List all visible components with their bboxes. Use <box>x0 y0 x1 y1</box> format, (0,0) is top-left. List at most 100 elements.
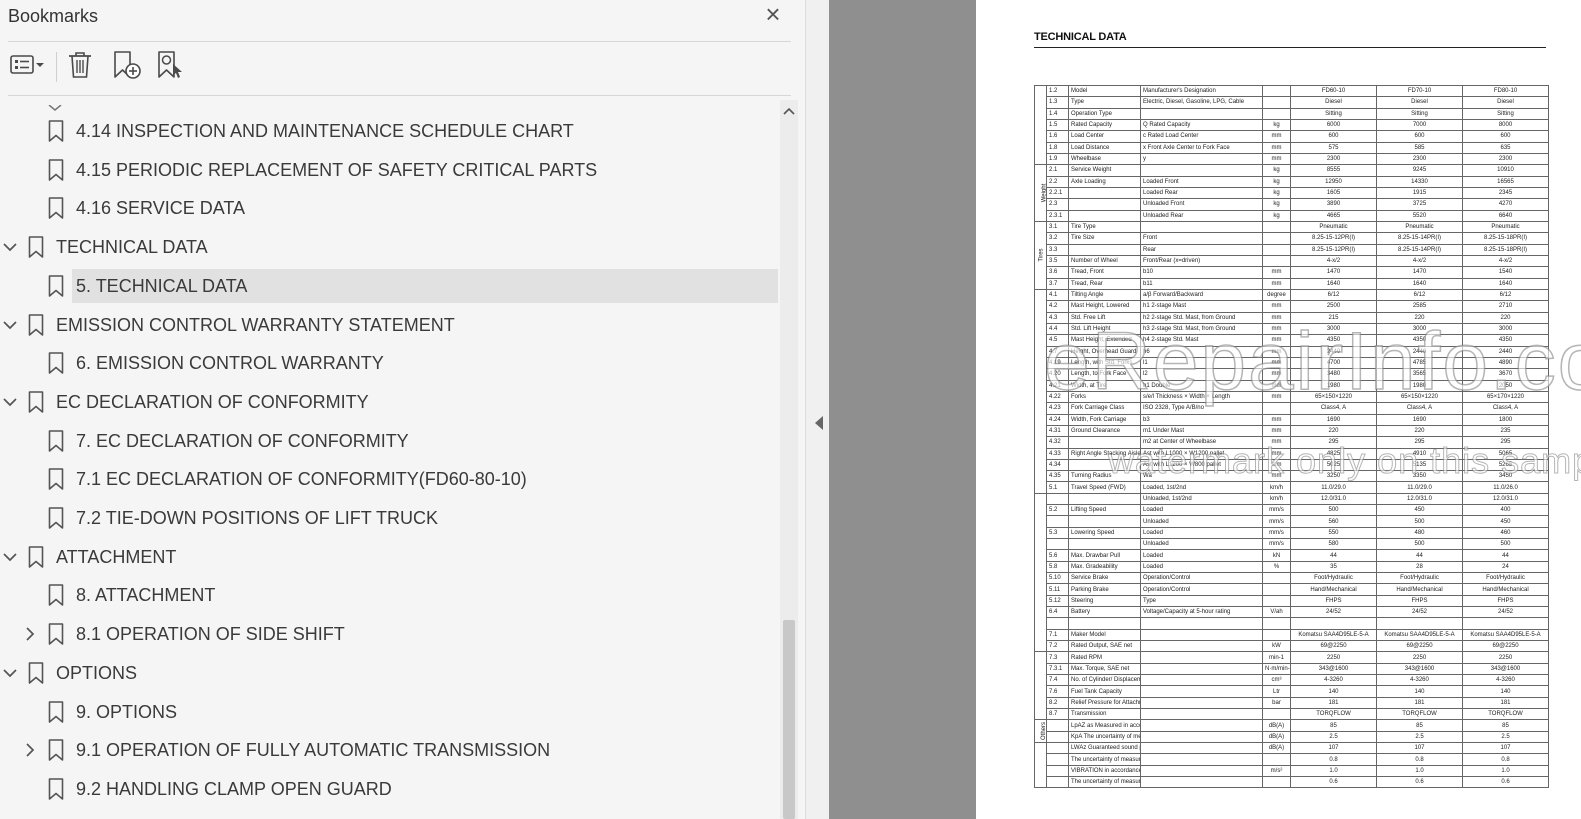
title-rule <box>1034 47 1546 48</box>
table-cell: mm <box>1262 356 1291 370</box>
table-row: 1.9 Wheelbase y mm 2300 2300 2300 <box>1035 152 1549 166</box>
bookmark-item[interactable]: 8.1 OPERATION OF SIDE SHIFT <box>0 617 778 651</box>
table-row: 4.24 Width, Fork Carriage b3 mm 1690 1690 1800 <box>1035 413 1549 426</box>
find-bookmark-button[interactable] <box>151 50 191 84</box>
chevron-down-icon[interactable] <box>2 317 18 333</box>
table-cell: 480 <box>1376 526 1463 540</box>
bookmark-label: 4.14 INSPECTION AND MAINTENANCE SCHEDULE… <box>76 121 574 141</box>
scroll-thumb[interactable] <box>783 620 795 819</box>
bookmark-item[interactable]: 4.16 SERVICE DATA <box>0 191 778 225</box>
scroll-up-button[interactable] <box>780 102 798 120</box>
new-bookmark-button[interactable] <box>105 50 149 84</box>
table-cell: h1 2-stage Mast <box>1140 300 1263 313</box>
bookmark-item[interactable]: 6. EMISSION CONTROL WARRANTY <box>0 346 778 380</box>
table-cell: 12950 <box>1290 175 1377 188</box>
bookmark-icon <box>28 391 44 413</box>
table-cell: 12.0/31.0 <box>1462 492 1549 506</box>
document-viewer[interactable]: TECHNICAL DATA Characteristics1.2ModelMa… <box>829 0 1581 819</box>
table-cell: TORQFLOW <box>1462 708 1549 721</box>
table-cell: 35 <box>1290 560 1377 574</box>
table-cell: 1470 <box>1290 266 1377 279</box>
table-cell: Pneumatic <box>1290 220 1377 234</box>
table-cell: 3670 <box>1462 368 1549 381</box>
table-row: 4.31 Ground Clearance m1 Under Mast mm 220 22… <box>1035 424 1549 438</box>
bookmark-item[interactable]: 7. EC DECLARATION OF CONFORMITY <box>0 424 778 458</box>
table-cell: 585 <box>1376 141 1463 154</box>
table-cell: 0.8 <box>1462 753 1549 766</box>
table-cell: 1.0 <box>1462 764 1549 778</box>
delete-bookmark-button[interactable] <box>65 50 95 84</box>
table-cell: 1640 <box>1290 277 1377 290</box>
bookmark-label: ATTACHMENT <box>56 546 177 567</box>
bookmark-item[interactable]: 9.1 OPERATION OF FULLY AUTOMATIC TRANSMI… <box>0 733 778 767</box>
bookmark-item[interactable]: 9. OPTIONS <box>0 695 778 729</box>
table-cell <box>1140 708 1263 721</box>
table-row: 1.4 Operation Type Sitting Sitting Sitting <box>1035 107 1549 120</box>
toolbar-separator <box>56 52 57 82</box>
bookmark-scrollbar[interactable] <box>780 100 798 819</box>
table-cell: Ground Clearance <box>1068 424 1141 438</box>
table-cell: 6640 <box>1462 209 1549 222</box>
table-row: 4.35 Turning Radius Wa mm 3250 3350 3450 <box>1035 470 1549 483</box>
bookmark-item[interactable]: 7.1 EC DECLARATION OF CONFORMITY(FD60-80… <box>0 462 778 496</box>
table-row: 3.5 Number of Wheel Front/Rear (x=driven) 4… <box>1035 254 1549 268</box>
table-cell: Loaded <box>1140 560 1263 574</box>
table-cell: 1.0 <box>1376 764 1463 778</box>
table-cell: h4 2-stage Std. Mast <box>1140 334 1263 347</box>
table-cell <box>1376 617 1463 630</box>
table-cell: 4.1 <box>1046 288 1069 302</box>
chevron-down-icon[interactable] <box>2 394 18 410</box>
table-cell <box>1068 198 1141 211</box>
table-cell <box>1262 572 1291 585</box>
table-cell: Unloaded, 1st/2nd <box>1140 492 1263 506</box>
table-cell <box>1046 538 1069 551</box>
table-cell: 140 <box>1290 685 1377 698</box>
table-cell: kg <box>1262 164 1291 177</box>
bookmark-item[interactable]: 4.14 INSPECTION AND MAINTENANCE SCHEDULE… <box>0 114 778 148</box>
table-cell: dB(A) <box>1262 742 1291 755</box>
bookmark-item[interactable]: TECHNICAL DATA <box>0 230 778 264</box>
bookmark-label: EMISSION CONTROL WARRANTY STATEMENT <box>56 314 455 335</box>
table-cell: Type <box>1140 594 1263 608</box>
bookmark-item[interactable]: OPTIONS <box>0 656 778 690</box>
options-menu-button[interactable] <box>6 50 50 84</box>
chevron-right-icon[interactable] <box>22 742 38 758</box>
bookmark-item[interactable]: 7.2 TIE-DOWN POSITIONS OF LIFT TRUCK <box>0 501 778 535</box>
bookmark-item[interactable]: ATTACHMENT <box>0 540 778 574</box>
table-cell: 1.2 <box>1046 84 1069 98</box>
table-cell: h2 2-stage Std. Mast, from Ground <box>1140 311 1263 324</box>
table-cell: Diesel <box>1376 96 1463 109</box>
group-label: Characteristics <box>1034 84 1047 166</box>
table-cell: Ltr <box>1262 685 1291 698</box>
chevron-right-icon[interactable] <box>22 626 38 642</box>
bookmark-item[interactable]: EMISSION CONTROL WARRANTY STATEMENT <box>0 308 778 342</box>
table-cell: kW <box>1262 640 1291 653</box>
table-row: 8.2Relief Pressure for Attachmentbar1811… <box>1035 696 1549 710</box>
collapse-panel-button[interactable] <box>814 416 824 430</box>
bookmark-label: 4.15 PERIODIC REPLACEMENT OF SAFETY CRIT… <box>76 159 598 180</box>
bookmark-label: OPTIONS <box>56 662 138 683</box>
bookmark-item[interactable]: 5. TECHNICAL DATA <box>0 268 778 303</box>
table-cell: FHPS <box>1290 594 1377 608</box>
table-cell: 4-3260 <box>1290 674 1377 687</box>
bookmark-item[interactable]: 4.15 PERIODIC REPLACEMENT OF SAFETY CRIT… <box>0 153 778 187</box>
table-cell: 4350 <box>1462 334 1549 347</box>
bookmark-item[interactable]: 9.2 HANDLING CLAMP OPEN GUARD <box>0 772 778 806</box>
table-cell: mm <box>1262 470 1291 483</box>
table-cell: 4.31 <box>1046 424 1069 438</box>
table-cell: 4-x/2 <box>1376 254 1463 268</box>
table-cell: degree <box>1262 288 1291 302</box>
chevron-down-icon[interactable] <box>2 549 18 565</box>
table-row: Tires 3.1 Tire Type Pneumatic Pneumatic Pneum… <box>1034 220 1549 290</box>
chevron-down-icon[interactable] <box>2 239 18 255</box>
table-cell: 550 <box>1290 526 1377 540</box>
table-row: 7.1 Maker Model Komatsu SAA4D95LE-5-A Komat… <box>1035 628 1549 642</box>
bookmark-item[interactable]: EC DECLARATION OF CONFORMITY <box>0 385 778 419</box>
group-label: Performance <box>1034 492 1047 653</box>
table-cell: 7000 <box>1376 118 1463 132</box>
close-panel-button[interactable]: × <box>760 1 786 28</box>
panel-splitter[interactable] <box>805 0 829 819</box>
bookmark-item[interactable]: 8. ATTACHMENT <box>0 578 778 612</box>
table-cell: 7.3 <box>1046 651 1069 664</box>
chevron-down-icon[interactable] <box>2 665 18 681</box>
